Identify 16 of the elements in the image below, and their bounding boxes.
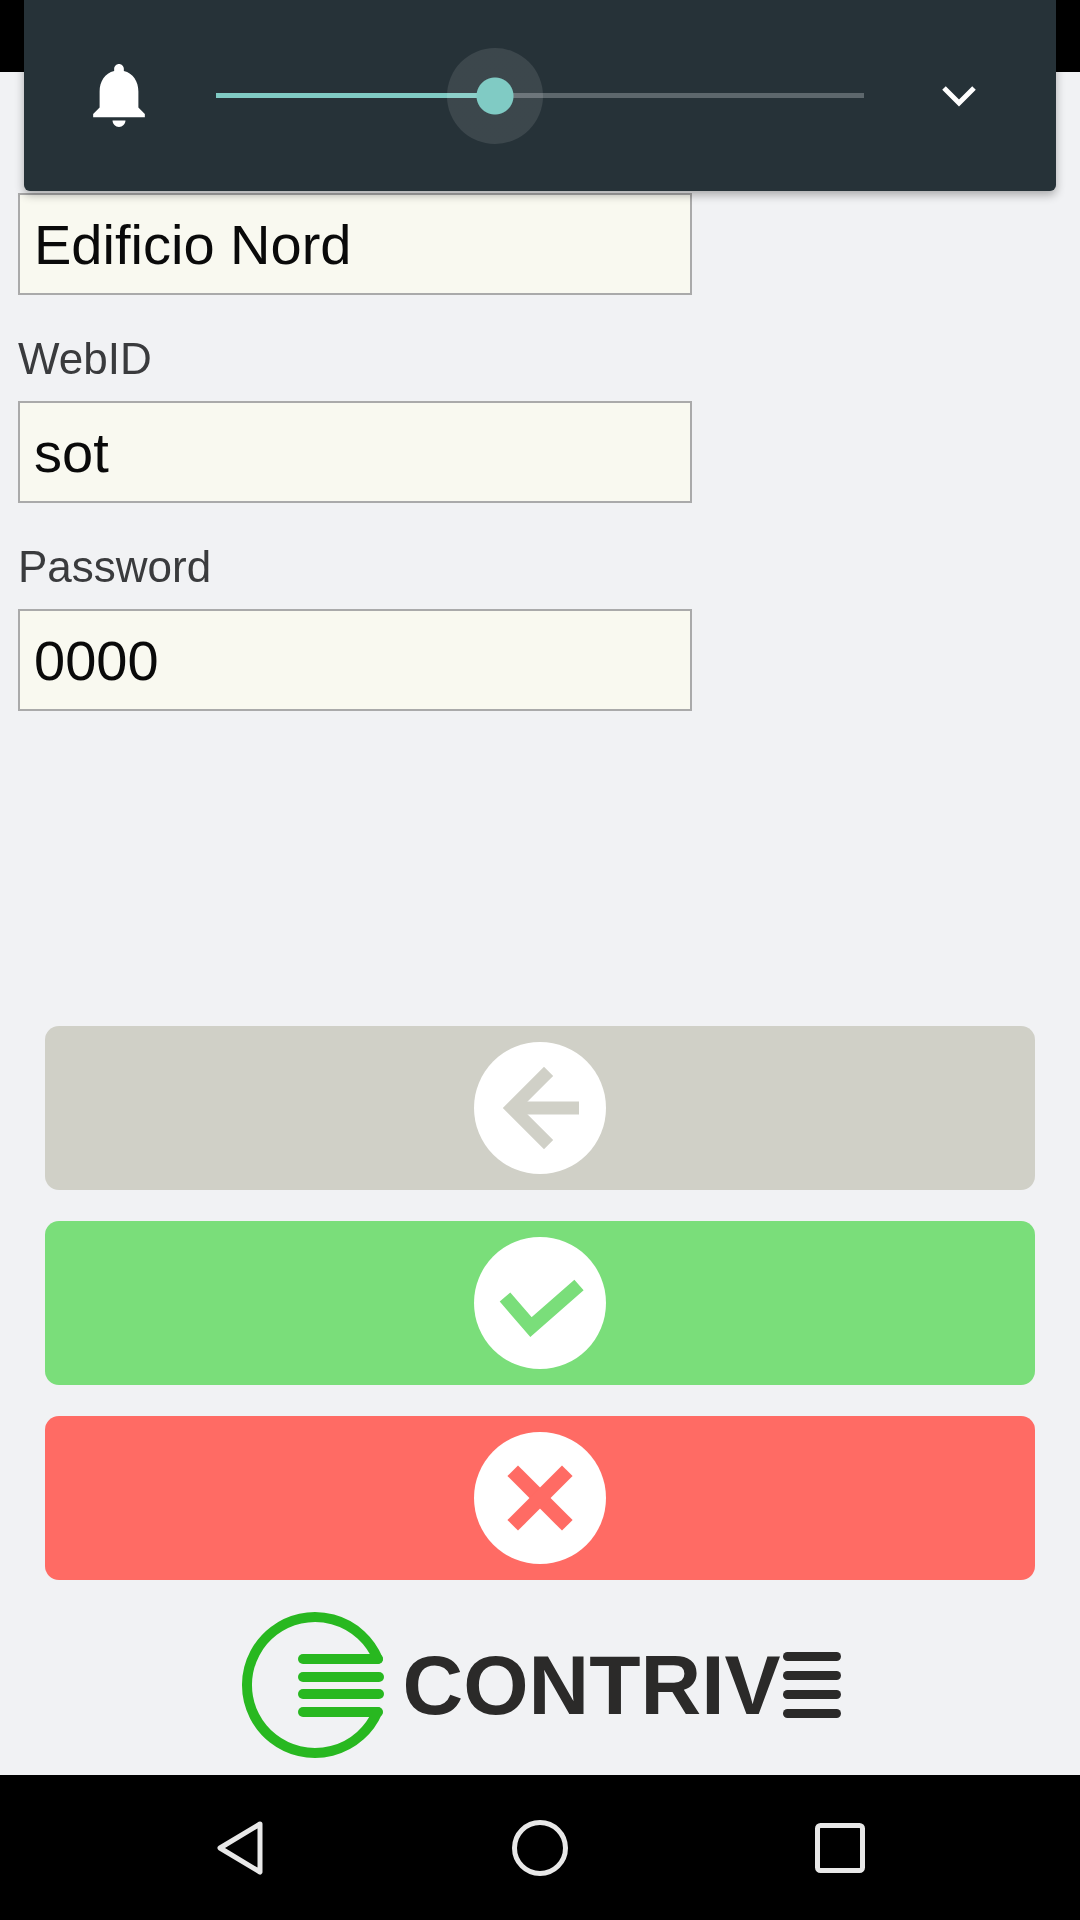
check-icon: [474, 1237, 606, 1369]
close-icon: [474, 1432, 606, 1564]
chevron-down-icon[interactable]: [941, 84, 977, 107]
bell-icon: [93, 64, 145, 127]
field-label: WebID: [18, 333, 152, 385]
home-icon[interactable]: [512, 1819, 568, 1876]
recents-icon[interactable]: [815, 1822, 865, 1873]
cancel-button[interactable]: [45, 1416, 1035, 1580]
input-field[interactable]: Edificio Nord: [18, 193, 692, 295]
back-icon[interactable]: [216, 1819, 264, 1876]
logo-text: CONTRIV: [402, 1643, 781, 1727]
field-label: Password: [18, 541, 212, 593]
logo-bars-icon: [782, 1652, 841, 1718]
input-field[interactable]: 0000: [18, 609, 692, 711]
arrow-left-icon: [474, 1042, 606, 1174]
input-field[interactable]: sot: [18, 401, 692, 503]
